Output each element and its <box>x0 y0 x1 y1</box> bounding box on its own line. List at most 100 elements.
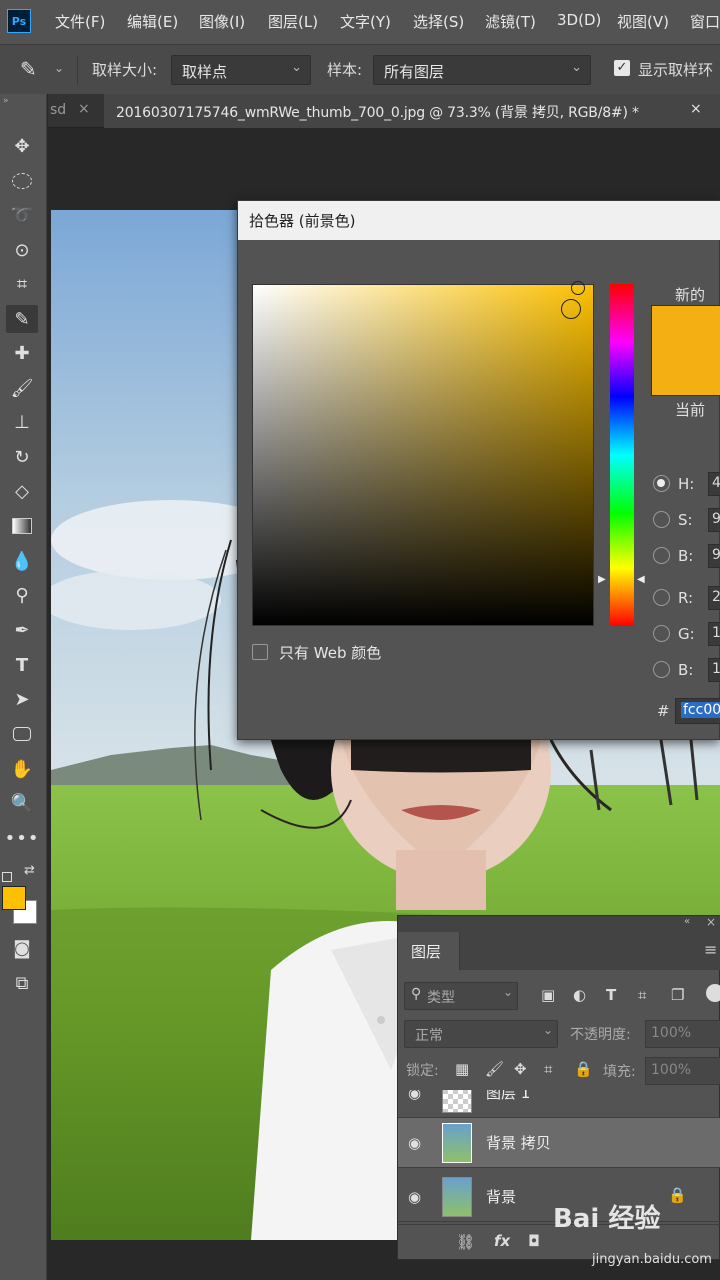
menu-filter[interactable]: 滤镜(T) <box>485 11 536 32</box>
brightness-field-label: B: <box>678 547 694 565</box>
visibility-eye-icon[interactable]: ◉ <box>408 1188 430 1206</box>
filter-adjustment-icon[interactable]: ◐ <box>573 986 586 1004</box>
lock-move-icon[interactable]: ✥ <box>514 1060 527 1078</box>
blue-input[interactable]: 1 <box>708 658 720 682</box>
color-field[interactable] <box>252 281 594 626</box>
visibility-eye-icon[interactable]: ◉ <box>408 1090 430 1102</box>
history-brush-tool-icon[interactable]: ↻ <box>6 443 38 471</box>
panel-header-bar: « × <box>398 915 720 932</box>
panel-menu-icon[interactable]: ≡ <box>704 940 717 959</box>
hue-slider[interactable] <box>610 284 634 626</box>
brightness-input[interactable]: 9 <box>708 544 720 568</box>
lock-artboard-icon[interactable]: ⌗ <box>544 1060 552 1078</box>
filter-pixel-icon[interactable]: ▣ <box>541 986 555 1004</box>
stamp-tool-icon[interactable]: ⊥ <box>6 408 38 436</box>
collapse-icon[interactable]: » <box>3 96 9 106</box>
menu-file[interactable]: 文件(F) <box>55 11 105 32</box>
tab-psd[interactable]: sd × <box>48 94 103 128</box>
path-select-tool-icon[interactable]: ➤ <box>6 685 38 713</box>
eyedropper-icon[interactable]: ✎ <box>20 57 37 81</box>
layers-tab-label: 图层 <box>411 943 442 961</box>
red-input[interactable]: 2 <box>708 586 720 610</box>
close-panel-icon[interactable]: × <box>706 915 716 929</box>
pen-tool-icon[interactable]: ✒ <box>6 616 38 644</box>
layer-row[interactable]: ◉ 图层 1 <box>398 1090 720 1118</box>
chevron-down-icon[interactable]: ⌄ <box>54 61 64 75</box>
visibility-eye-icon[interactable]: ◉ <box>408 1134 430 1152</box>
green-radio[interactable] <box>653 625 670 642</box>
sample-size-select[interactable]: 取样点 ⌄ <box>171 55 311 85</box>
close-icon[interactable]: × <box>78 101 90 117</box>
lock-transparent-icon[interactable]: ▦ <box>455 1060 469 1078</box>
layer-row-selected[interactable]: ◉ 背景 拷贝 <box>398 1118 720 1168</box>
lock-all-icon[interactable]: 🔒 <box>574 1060 593 1078</box>
fx-icon[interactable]: fx <box>494 1232 510 1250</box>
blur-tool-icon[interactable]: 💧 <box>6 547 38 575</box>
gradient-tool-icon[interactable] <box>6 512 38 540</box>
close-icon[interactable]: × <box>690 101 702 117</box>
web-only-checkbox[interactable] <box>252 644 268 660</box>
quick-mask-icon[interactable]: ◙ <box>6 934 38 962</box>
filter-type-label: 类型 <box>427 990 455 1006</box>
link-icon[interactable]: ⛓ <box>456 1233 475 1251</box>
more-tools-icon[interactable]: ••• <box>5 824 39 852</box>
crop-tool-icon[interactable]: ⌗ <box>6 270 38 298</box>
hex-input[interactable]: fcc00 <box>675 698 720 724</box>
screen-mode-icon[interactable]: ⧉ <box>6 969 38 997</box>
green-input[interactable]: 1 <box>708 622 720 646</box>
layer-thumbnail <box>442 1177 472 1217</box>
swap-colors-icon[interactable]: ⇄ <box>24 863 35 878</box>
quick-select-tool-icon[interactable]: ⊙ <box>6 236 38 264</box>
lasso-tool-icon[interactable]: ➰ <box>6 201 38 229</box>
color-sample-ring[interactable] <box>571 281 585 295</box>
eraser-tool-icon[interactable]: ◇ <box>6 477 38 505</box>
shape-tool-icon[interactable] <box>6 720 38 748</box>
slider-handle-left-icon[interactable]: ▶ <box>598 574 606 585</box>
brush-tool-icon[interactable]: 🖌 <box>6 374 38 402</box>
slider-handle-right-icon[interactable]: ◀ <box>637 574 645 585</box>
filter-smart-object-icon[interactable]: ❐ <box>671 986 684 1004</box>
filter-type-select[interactable]: ⚲ 类型 ⌄ <box>404 982 518 1010</box>
filter-toggle[interactable] <box>706 984 720 1002</box>
zoom-tool-icon[interactable]: 🔍 <box>6 789 38 817</box>
tab-layers[interactable]: 图层 <box>398 932 460 970</box>
filter-shape-icon[interactable]: ⌗ <box>638 986 646 1004</box>
menu-3d[interactable]: 3D(D) <box>557 11 601 29</box>
menu-image[interactable]: 图像(I) <box>199 11 245 32</box>
mask-icon[interactable]: ◘ <box>528 1232 540 1250</box>
menu-view[interactable]: 视图(V) <box>617 11 669 32</box>
brightness-radio[interactable] <box>653 547 670 564</box>
hand-tool-icon[interactable]: ✋ <box>6 755 38 783</box>
menu-layer[interactable]: 图层(L) <box>268 11 318 32</box>
sample-label: 样本: <box>327 61 363 79</box>
eyedropper-tool-icon[interactable]: ✎ <box>6 305 38 333</box>
opacity-input[interactable]: 100% <box>645 1020 720 1048</box>
blend-mode-select[interactable]: 正常 ⌄ <box>404 1020 558 1048</box>
move-tool-icon[interactable]: ✥ <box>6 132 38 160</box>
menu-type[interactable]: 文字(Y) <box>340 11 391 32</box>
sample-select[interactable]: 所有图层 ⌄ <box>373 55 591 85</box>
menu-edit[interactable]: 编辑(E) <box>127 11 178 32</box>
hue-input[interactable]: 4 <box>708 472 720 496</box>
tab-active-document[interactable]: 20160307175746_wmRWe_thumb_700_0.jpg @ 7… <box>104 94 720 128</box>
default-colors-icon[interactable] <box>2 872 12 882</box>
chevron-down-icon: ⌄ <box>291 60 302 75</box>
green-field-label: G: <box>678 625 695 643</box>
collapse-panel-icon[interactable]: « <box>684 916 690 927</box>
healing-tool-icon[interactable]: ✚ <box>6 339 38 367</box>
red-radio[interactable] <box>653 589 670 606</box>
saturation-input[interactable]: 9 <box>708 508 720 532</box>
foreground-color-swatch[interactable] <box>2 886 26 910</box>
lock-paint-icon[interactable]: 🖌 <box>485 1060 504 1078</box>
menu-window[interactable]: 窗口 <box>690 11 720 32</box>
hue-radio[interactable] <box>653 475 670 492</box>
filter-type-icon[interactable]: T <box>606 986 616 1004</box>
saturation-radio[interactable] <box>653 511 670 528</box>
marquee-tool-icon[interactable] <box>6 167 38 195</box>
type-tool-icon[interactable]: T <box>6 651 38 679</box>
fill-input[interactable]: 100% <box>645 1057 720 1085</box>
menu-select[interactable]: 选择(S) <box>413 11 464 32</box>
dodge-tool-icon[interactable]: ⚲ <box>6 581 38 609</box>
show-ring-checkbox[interactable]: ✓ <box>614 60 630 76</box>
blue-radio[interactable] <box>653 661 670 678</box>
